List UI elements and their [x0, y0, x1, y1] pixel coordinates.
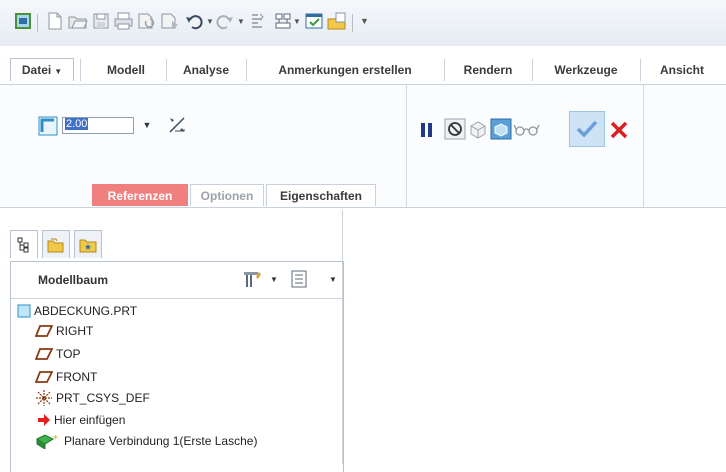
chevron-down-icon: ▼ — [54, 67, 63, 76]
tree-item-csys[interactable]: PRT_CSYS_DEF — [35, 388, 150, 408]
svg-text:*: * — [53, 434, 58, 445]
layer-dropdown-icon[interactable]: ▼ — [293, 17, 301, 26]
tree-item-label: Hier einfügen — [54, 413, 126, 427]
feature-dashboard: 2.00 ▼ Referenzen Optionen Eigenschaften — [0, 85, 726, 208]
customize-icon[interactable]: ▼ — [360, 16, 369, 26]
csys-icon — [36, 390, 52, 406]
undo-dropdown-icon[interactable]: ▼ — [206, 17, 214, 26]
regenerate-icon[interactable] — [137, 11, 157, 31]
quick-access-toolbar: ▼ ▼ ▼ ▼ — [0, 0, 726, 47]
feature-preview-icon[interactable] — [490, 118, 512, 140]
subtab-referenzen[interactable]: Referenzen — [92, 184, 188, 206]
show-list-icon[interactable] — [291, 270, 309, 288]
tab-ansicht[interactable]: Ansicht — [642, 60, 722, 80]
undo-icon[interactable] — [184, 11, 204, 31]
save-icon[interactable] — [91, 11, 111, 31]
cancel-x-icon[interactable] — [608, 119, 630, 141]
thickness-value: 2.00 — [65, 118, 89, 130]
redo-dropdown-icon[interactable]: ▼ — [237, 17, 245, 26]
tree-item-label: Planare Verbindung 1(Erste Lasche) — [64, 434, 258, 448]
open-icon[interactable] — [68, 11, 88, 31]
flip-direction-icon[interactable] — [167, 115, 187, 135]
thickness-input[interactable]: 2.00 — [62, 117, 134, 134]
tree-item-label: FRONT — [56, 370, 98, 384]
tab-modell[interactable]: Modell — [86, 60, 166, 80]
ribbon-tabs: Datei ▼ Modell Analyse Anmerkungen erstel… — [0, 46, 726, 85]
tab-rendern[interactable]: Rendern — [446, 60, 530, 80]
thickness-dropdown-icon[interactable]: ▼ — [140, 118, 154, 132]
model-window-icon[interactable] — [13, 11, 33, 31]
subtab-optionen[interactable]: Optionen — [190, 184, 264, 206]
datum-plane-icon — [35, 325, 53, 337]
apply-check-icon[interactable] — [569, 111, 605, 147]
model-tree-panel: Modellbaum ▼ ▼ ABDECKUNG.PRT RIGHT TOP F… — [10, 261, 344, 472]
tree-item-label: PRT_CSYS_DEF — [56, 391, 150, 405]
tab-werkzeuge[interactable]: Werkzeuge — [534, 60, 638, 80]
tree-item-label: ABDECKUNG.PRT — [34, 304, 138, 318]
print-icon[interactable] — [114, 11, 134, 31]
attach-icon[interactable] — [248, 11, 268, 31]
thickness-icon — [38, 116, 58, 136]
datum-plane-icon — [35, 348, 53, 360]
redo-icon[interactable] — [215, 11, 235, 31]
subtab-eigenschaften[interactable]: Eigenschaften — [266, 184, 376, 206]
datum-plane-icon — [35, 371, 53, 383]
layer-icon[interactable] — [273, 11, 293, 31]
model-tree-title: Modellbaum — [38, 273, 109, 287]
folder-browser-icon[interactable] — [42, 230, 70, 258]
planar-wall-icon: * — [35, 434, 58, 449]
tree-item-planar-wall[interactable]: * Planare Verbindung 1(Erste Lasche) — [35, 431, 257, 451]
tree-item-label: RIGHT — [56, 324, 94, 338]
close-window-icon[interactable] — [327, 11, 347, 31]
tree-item-part[interactable]: ABDECKUNG.PRT — [17, 301, 137, 321]
insert-arrow-icon — [38, 414, 50, 426]
windows-icon[interactable] — [305, 11, 325, 31]
model-tree-icon[interactable] — [10, 230, 38, 258]
favorites-icon[interactable] — [74, 230, 102, 258]
new-icon[interactable] — [45, 11, 65, 31]
no-preview-icon[interactable] — [444, 118, 466, 140]
tab-datei[interactable]: Datei ▼ — [10, 58, 74, 81]
pause-icon[interactable] — [418, 120, 436, 140]
verify-glasses-icon[interactable] — [512, 120, 542, 138]
attached-preview-icon[interactable] — [467, 118, 489, 140]
tree-item-top[interactable]: TOP — [35, 344, 80, 364]
settings-tools-icon[interactable] — [241, 269, 263, 289]
panel-divider[interactable] — [342, 210, 343, 464]
part-icon — [17, 304, 31, 318]
model-tree-header: Modellbaum ▼ ▼ — [11, 262, 343, 299]
tab-datei-label: Datei — [21, 63, 52, 77]
navigator-tabs — [10, 230, 120, 260]
settings-dropdown-icon[interactable]: ▼ — [270, 275, 278, 284]
tab-analyse[interactable]: Analyse — [168, 60, 244, 80]
show-dropdown-icon[interactable]: ▼ — [329, 275, 337, 284]
tab-anmerkungen-erstellen[interactable]: Anmerkungen erstellen — [248, 60, 442, 80]
tree-item-front[interactable]: FRONT — [35, 367, 97, 387]
tree-item-right[interactable]: RIGHT — [35, 321, 93, 341]
regenerate-manager-icon[interactable] — [160, 11, 180, 31]
tree-item-insert-here[interactable]: Hier einfügen — [37, 410, 125, 430]
tree-item-label: TOP — [56, 347, 81, 361]
